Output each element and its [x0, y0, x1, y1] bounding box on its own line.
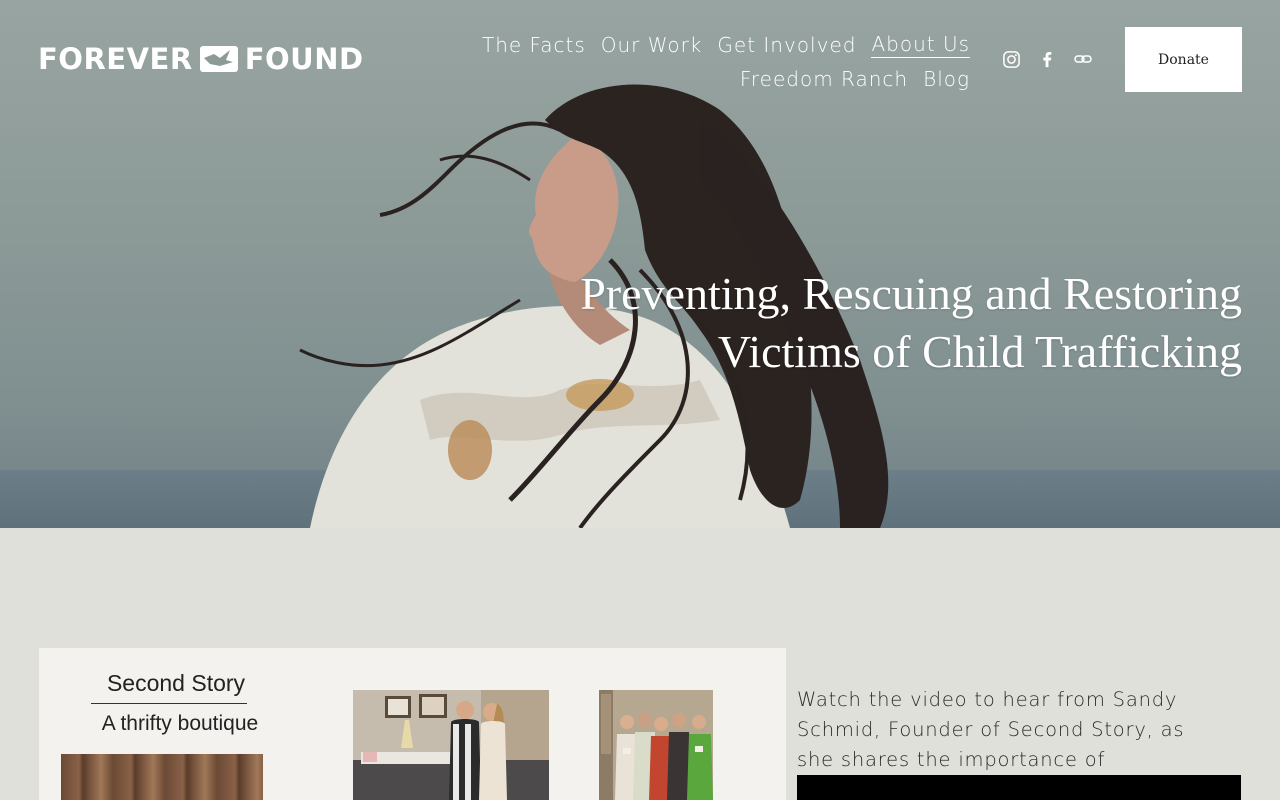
- video-intro-text: Watch the video to hear from Sandy Schmi…: [797, 688, 1185, 771]
- donate-button[interactable]: Donate: [1125, 27, 1242, 92]
- hero-heading-line1: Preventing, Rescuing and Restoring: [580, 268, 1242, 319]
- logo-text-forever: FOREVER: [38, 42, 193, 76]
- nav-link-our-work[interactable]: Our Work: [601, 33, 703, 57]
- logo-text-found: FOUND: [244, 42, 364, 76]
- nav-link-freedom-ranch[interactable]: Freedom Ranch: [740, 67, 908, 91]
- collage-subtitle: A thrifty boutique: [101, 712, 259, 735]
- facebook-icon[interactable]: [1037, 49, 1057, 69]
- instagram-icon[interactable]: [1001, 49, 1021, 69]
- nav-row-primary: The Facts Our Work Get Involved About Us: [450, 28, 970, 62]
- hero-heading-line2: Victims of Child Trafficking: [717, 326, 1242, 377]
- collage-photo-two-women: [353, 690, 549, 800]
- nav-link-about-us[interactable]: About Us: [871, 32, 970, 58]
- link-icon[interactable]: [1073, 49, 1093, 69]
- video-player[interactable]: [797, 775, 1241, 800]
- main-nav: The Facts Our Work Get Involved About Us…: [450, 28, 970, 96]
- site-logo[interactable]: FOREVER FOUND: [38, 42, 364, 76]
- nav-link-blog[interactable]: Blog: [923, 67, 970, 91]
- nav-link-get-involved[interactable]: Get Involved: [717, 33, 856, 57]
- collage-photo-group: [599, 690, 713, 800]
- hero-heading: Preventing, Rescuing and Restoring Victi…: [542, 265, 1242, 381]
- collage-title: Second Story: [106, 670, 246, 696]
- nav-link-the-facts[interactable]: The Facts: [482, 33, 586, 57]
- hero-banner: FOREVER FOUND The Facts Our Work Get Inv…: [0, 0, 1280, 528]
- nav-row-secondary: Freedom Ranch Blog: [450, 62, 970, 96]
- collage-divider: [91, 703, 247, 704]
- bird-in-box-icon: [199, 46, 238, 72]
- second-story-collage-image: Second Story A thrifty boutique: [39, 648, 786, 800]
- social-links: [1001, 49, 1093, 69]
- collage-wood-sign: [61, 754, 263, 800]
